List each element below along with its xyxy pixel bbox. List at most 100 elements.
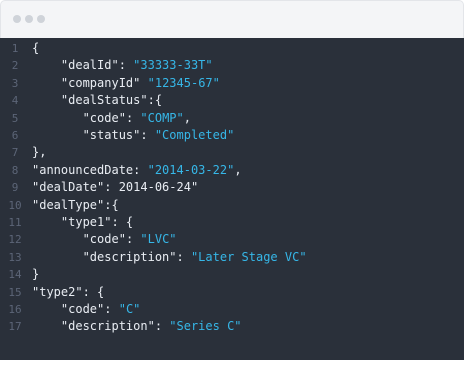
- line-number: 4: [11, 94, 19, 108]
- punctuation-token: ,: [234, 162, 242, 177]
- string-token: "33333-33T": [133, 58, 213, 73]
- punctuation-token: 2014-06-24": [118, 180, 199, 195]
- window-maximize-dot-icon[interactable]: [37, 15, 45, 23]
- code-text: "code": "C": [32, 301, 141, 318]
- code-line: 6 "status": "Completed": [0, 127, 464, 144]
- code-text: "companyId" "12345-67": [32, 75, 220, 92]
- code-line: 1{: [0, 40, 464, 57]
- code-text: "dealStatus":{: [32, 92, 162, 109]
- punctuation-token: :: [104, 302, 119, 316]
- string-token: "COMP": [140, 110, 184, 125]
- line-number: 6: [11, 129, 19, 142]
- code-line: 17 "description": "Series C": [0, 318, 464, 335]
- code-text: "dealType":{: [32, 197, 119, 214]
- key-token: "code": [60, 302, 105, 316]
- key-token: "description": [60, 319, 155, 334]
- code-line: 5 "code": "COMP",: [0, 110, 464, 127]
- code-text: "type2": {: [32, 284, 104, 301]
- key-token: "status": [82, 128, 141, 142]
- punctuation-token: :: [133, 162, 148, 177]
- punctuation-token: {: [32, 41, 40, 55]
- key-token: "type1": [60, 215, 112, 229]
- string-token: "2014-03-22": [147, 162, 235, 177]
- line-number: 16: [8, 303, 22, 316]
- code-text: },: [32, 144, 46, 161]
- punctuation-token: :: [176, 249, 191, 264]
- line-number: 8: [11, 163, 19, 177]
- punctuation-token: }: [32, 267, 40, 282]
- line-number: 12: [8, 233, 22, 247]
- code-line: 2 "dealId": "33333-33T": [0, 57, 464, 74]
- punctuation-token: :: [125, 232, 141, 247]
- code-line: 15 "type2": {: [0, 284, 464, 301]
- punctuation-token: },: [32, 145, 47, 160]
- code-editor[interactable]: 1{2 "dealId": "33333-33T" 3 "companyId" "…: [0, 38, 464, 360]
- code-text: "type1": {: [32, 214, 133, 231]
- code-text: "code": "COMP",: [32, 110, 191, 127]
- code-text: {: [32, 40, 39, 57]
- code-line: 12 "code": "LVC": [0, 231, 464, 248]
- code-line: 14}: [0, 266, 464, 283]
- key-token: "description": [82, 249, 177, 264]
- key-token: "dealDate": [32, 180, 105, 195]
- code-window: 1{2 "dealId": "33333-33T" 3 "companyId" "…: [0, 0, 464, 385]
- line-number: 17: [8, 320, 22, 334]
- line-number: 11: [8, 216, 22, 229]
- code-line: 13 "description": "Later Stage VC": [0, 249, 464, 266]
- code-line: 11 "type1": {: [0, 214, 464, 231]
- window-footer: [0, 360, 464, 385]
- line-number: 15: [8, 285, 22, 299]
- string-token: "Completed": [154, 128, 235, 142]
- string-token: "C": [118, 302, 141, 316]
- window-titlebar: [0, 0, 464, 38]
- punctuation-token: ,: [183, 110, 191, 125]
- code-line: 9 "dealDate": 2014-06-24": [0, 179, 464, 196]
- code-line: 7},: [0, 144, 464, 161]
- window-minimize-dot-icon[interactable]: [25, 15, 33, 23]
- code-text: "dealId": "33333-33T": [32, 57, 213, 74]
- string-token: "Series C": [169, 319, 242, 334]
- line-number: 14: [8, 268, 22, 282]
- code-text: "description": "Series C": [32, 318, 242, 335]
- punctuation-token: [140, 76, 147, 90]
- punctuation-token: : {: [82, 284, 105, 299]
- key-token: "code": [82, 232, 126, 247]
- line-number: 3: [11, 76, 19, 90]
- code-text: "description": "Later Stage VC": [32, 249, 307, 266]
- window-close-dot-icon[interactable]: [13, 15, 21, 23]
- line-number: 9: [11, 181, 19, 195]
- punctuation-token: :: [125, 110, 141, 125]
- punctuation-token: :{: [147, 93, 163, 108]
- key-token: "type2": [32, 284, 83, 299]
- key-token: "dealType": [32, 197, 105, 212]
- line-number: 13: [8, 250, 22, 264]
- punctuation-token: :: [118, 58, 134, 73]
- string-token: "Later Stage VC": [190, 249, 307, 264]
- key-token: "companyId": [60, 75, 141, 90]
- punctuation-token: :: [154, 319, 170, 334]
- line-number: 7: [11, 146, 19, 160]
- code-line: 4 "dealStatus":{: [0, 92, 464, 109]
- key-token: "dealId": [60, 58, 119, 73]
- line-number: 1: [11, 42, 19, 55]
- key-token: "dealStatus": [60, 93, 148, 108]
- code-line: 10 "dealType":{: [0, 197, 464, 214]
- code-text: "dealDate": 2014-06-24": [32, 179, 198, 196]
- code-text: }: [32, 266, 39, 283]
- punctuation-token: :{: [104, 197, 119, 212]
- code-line: 3 "companyId" "12345-67": [0, 75, 464, 92]
- punctuation-token: : {: [111, 215, 134, 229]
- key-token: "code": [82, 110, 126, 125]
- key-token: "announcedDate: [32, 162, 134, 177]
- line-number: 5: [11, 111, 19, 125]
- code-line: 8 "announcedDate: "2014-03-22",: [0, 162, 464, 179]
